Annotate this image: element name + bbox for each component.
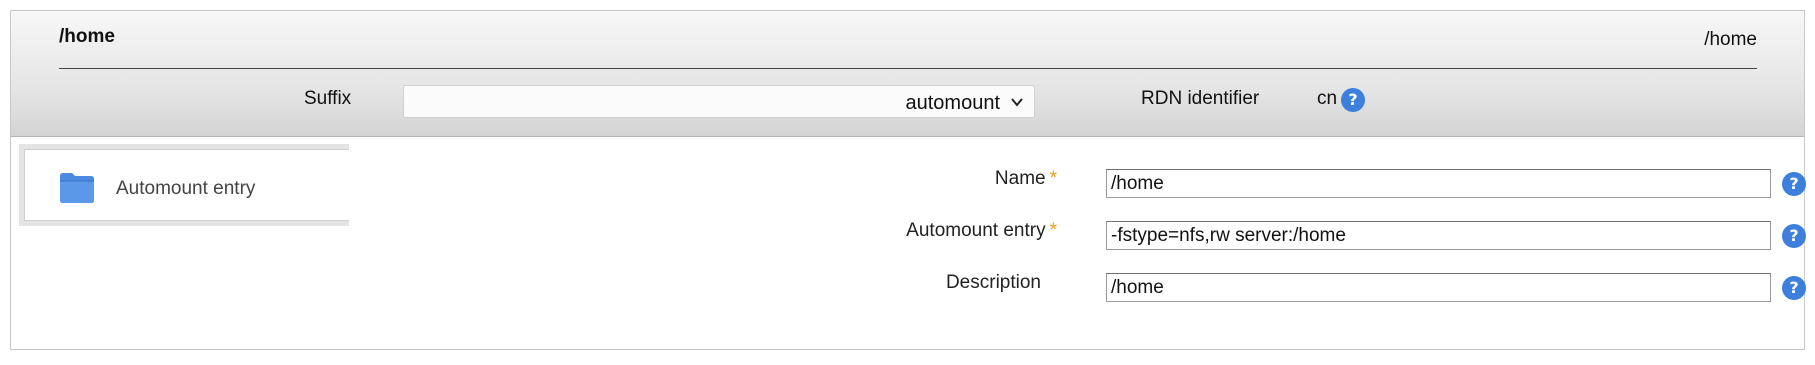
- required-marker: *: [1049, 220, 1057, 241]
- rdn-identifier-label: RDN identifier: [1141, 88, 1260, 109]
- tab-automount-entry[interactable]: Automount entry: [24, 149, 349, 221]
- automount-entry-help-icon[interactable]: ?: [1782, 224, 1806, 248]
- tab-panel: Automount entry: [19, 144, 349, 226]
- header-divider: [59, 68, 1757, 69]
- name-label: Name *: [995, 168, 1057, 190]
- object-dn-label: /home: [1704, 29, 1757, 50]
- rdn-help-icon[interactable]: ?: [1341, 88, 1365, 112]
- description-input[interactable]: /home: [1106, 273, 1771, 302]
- folder-icon: [60, 173, 94, 203]
- automount-entry-input[interactable]: -fstype=nfs,rw server:/home: [1106, 221, 1771, 250]
- name-input[interactable]: /home: [1106, 169, 1771, 198]
- header-bar: /home /home Suffix automount RDN identif…: [11, 11, 1804, 137]
- tab-label: Automount entry: [116, 178, 256, 199]
- required-marker: *: [1049, 168, 1057, 189]
- name-help-icon[interactable]: ?: [1782, 172, 1806, 196]
- automount-entry-label-text: Automount entry: [906, 220, 1046, 241]
- rdn-identifier-value: cn: [1317, 88, 1338, 109]
- page-title: /home: [59, 26, 115, 47]
- suffix-label: Suffix: [304, 88, 352, 109]
- suffix-selected-value: automount: [905, 92, 1000, 114]
- chevron-down-icon: [1011, 98, 1023, 107]
- suffix-select[interactable]: automount: [403, 85, 1035, 118]
- description-help-icon[interactable]: ?: [1782, 276, 1806, 300]
- name-label-text: Name: [994, 168, 1046, 189]
- object-editor-frame: /home /home Suffix automount RDN identif…: [10, 10, 1806, 350]
- description-label: Description: [945, 272, 1041, 293]
- automount-entry-label: Automount entry *: [906, 220, 1057, 242]
